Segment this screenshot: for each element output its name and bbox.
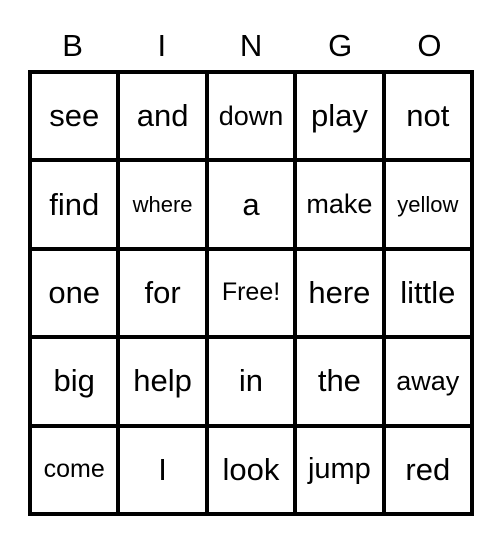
bingo-cell[interactable]: for <box>118 248 207 338</box>
bingo-cell[interactable]: jump <box>295 425 384 514</box>
bingo-cell-word: Free! <box>221 278 281 307</box>
bingo-cell[interactable]: little <box>383 248 472 338</box>
bingo-cell-word: not <box>406 98 450 134</box>
bingo-cell[interactable]: down <box>206 72 296 161</box>
bingo-cell[interactable]: and <box>118 72 207 161</box>
bingo-cell-word: jump <box>307 453 371 486</box>
bingo-cell[interactable]: here <box>295 248 384 338</box>
bingo-header: B I N G O <box>28 26 474 66</box>
header-letter-n: N <box>239 28 263 63</box>
bingo-cell[interactable]: I <box>118 425 207 514</box>
bingo-cell[interactable]: big <box>30 337 119 426</box>
bingo-cell-word: help <box>133 363 192 399</box>
free-space-cell[interactable]: Free! <box>206 248 296 338</box>
bingo-cell[interactable]: one <box>30 248 119 338</box>
header-letter-b: B <box>62 28 83 63</box>
bingo-cell[interactable]: a <box>206 160 296 249</box>
bingo-cell-word: find <box>49 186 100 222</box>
header-letter-i: I <box>157 28 167 63</box>
bingo-cell[interactable]: the <box>295 337 384 426</box>
bingo-cell[interactable]: away <box>383 337 472 426</box>
bingo-cell[interactable]: red <box>383 425 472 514</box>
bingo-cell-word: make <box>306 189 373 220</box>
bingo-cell-word: where <box>132 191 193 217</box>
bingo-cell-word: see <box>49 98 100 134</box>
bingo-cell[interactable]: see <box>30 72 119 161</box>
bingo-cell-word: play <box>310 98 368 134</box>
header-letter-o: O <box>417 28 442 63</box>
bingo-cell-word: red <box>405 451 451 487</box>
bingo-cell[interactable]: help <box>118 337 207 426</box>
bingo-cell-word: big <box>53 363 95 399</box>
bingo-cell[interactable]: where <box>118 160 207 249</box>
bingo-card-grid: see and down play not find where a make yellow one… <box>28 70 474 516</box>
bingo-cell-word: I <box>158 451 167 487</box>
bingo-cell[interactable]: come <box>30 425 119 514</box>
bingo-cell-word: in <box>238 363 264 399</box>
bingo-cell-word: come <box>43 455 105 484</box>
bingo-cell-word: down <box>218 100 284 131</box>
bingo-cell-word: away <box>396 365 460 396</box>
bingo-cell-word: for <box>144 274 181 310</box>
bingo-cell-word: one <box>48 274 101 310</box>
bingo-cell[interactable]: find <box>30 160 119 249</box>
bingo-cell-word: the <box>317 363 361 399</box>
bingo-cell[interactable]: make <box>295 160 384 249</box>
bingo-cell[interactable]: yellow <box>383 160 472 249</box>
bingo-cell[interactable]: look <box>206 425 296 514</box>
bingo-cell[interactable]: play <box>295 72 384 161</box>
bingo-cell-word: yellow <box>397 191 459 217</box>
bingo-cell[interactable]: not <box>383 72 472 161</box>
bingo-cell-word: look <box>222 451 280 487</box>
bingo-cell-word: a <box>242 186 260 222</box>
bingo-cell-word: here <box>308 274 371 310</box>
header-letter-g: G <box>328 28 353 63</box>
bingo-cell-word: little <box>400 274 456 310</box>
bingo-cell-word: and <box>136 98 189 134</box>
bingo-cell[interactable]: in <box>206 337 296 426</box>
